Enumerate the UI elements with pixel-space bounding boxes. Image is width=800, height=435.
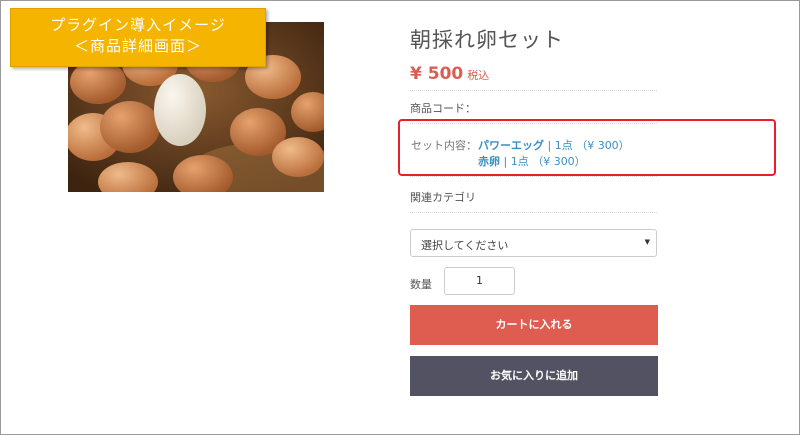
add-to-cart-button[interactable]: カートに入れる [410, 305, 658, 345]
product-price: ¥ 500 [410, 64, 464, 84]
option-select[interactable]: 選択してください ▼ [410, 229, 657, 257]
promo-banner: プラグイン導入イメージ ＜商品詳細画面＞ [10, 8, 266, 67]
product-code: 商品コード： [410, 102, 476, 115]
banner-line-1: プラグイン導入イメージ [50, 16, 226, 34]
chevron-down-icon: ▼ [644, 238, 650, 246]
related-category-label: 関連カテゴリ [410, 191, 476, 204]
banner-line-2: ＜商品詳細画面＞ [73, 37, 202, 55]
divider [410, 176, 657, 177]
tax-label: 税込 [467, 69, 490, 82]
divider [410, 212, 657, 213]
select-placeholder: 選択してください [421, 239, 509, 252]
add-to-favorites-button[interactable]: お気に入りに追加 [410, 356, 658, 396]
set-contents-highlight [398, 119, 776, 176]
quantity-input[interactable]: 1 [444, 267, 515, 295]
price-row: ¥ 500 税込 [410, 64, 489, 84]
quantity-label: 数量 [410, 278, 432, 291]
product-title: 朝採れ卵セット [410, 28, 564, 52]
divider [410, 90, 657, 91]
